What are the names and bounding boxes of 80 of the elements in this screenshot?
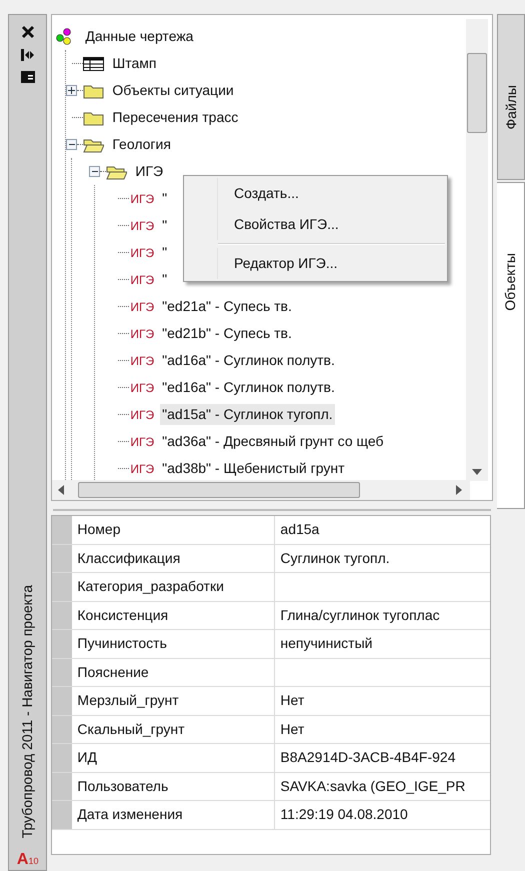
tree-item[interactable]: "ad16a" - Суглинок полутв.	[160, 350, 337, 371]
property-name: ИД	[72, 744, 276, 772]
property-value[interactable]: Нет	[280, 718, 304, 740]
property-value[interactable]: Нет	[280, 690, 304, 712]
row-header[interactable]	[52, 630, 72, 658]
tree-item[interactable]: "	[160, 269, 170, 290]
close-icon[interactable]	[20, 25, 35, 39]
row-header[interactable]	[52, 801, 72, 828]
tree-item[interactable]: Геология	[110, 134, 173, 155]
property-value[interactable]: SAVKA:savka (GEO_IGE_PR	[280, 776, 466, 797]
tree-item[interactable]: "ad38b" - Щебенистый грунт	[160, 458, 346, 479]
tree-item[interactable]: "	[160, 188, 170, 209]
horizontal-scrollbar[interactable]	[52, 480, 470, 500]
tree-item[interactable]: ИГЭ	[133, 161, 166, 182]
scroll-down-arrow-icon[interactable]	[472, 469, 482, 475]
property-name: Пользователь	[72, 772, 276, 800]
tree-item[interactable]: "	[160, 215, 170, 236]
side-tab[interactable]: Объекты	[497, 182, 525, 509]
ige-tag: ИГЭ	[130, 352, 154, 370]
side-tab[interactable]: Файлы	[497, 14, 525, 180]
ige-tag: ИГЭ	[130, 270, 154, 288]
property-name: Дата изменения	[72, 801, 276, 828]
vertical-scrollbar[interactable]	[466, 19, 488, 481]
pin-arrows-icon[interactable]	[20, 49, 35, 61]
property-name: Мерзлый_грунт	[72, 687, 276, 714]
property-name: Пучинистость	[72, 630, 276, 658]
tree-item[interactable]: Данные чертежа	[83, 26, 196, 47]
row-header[interactable]	[52, 516, 72, 544]
tree-item[interactable]: "ed21b" - Супесь тв.	[160, 323, 294, 344]
ige-tag: ИГЭ	[130, 244, 154, 262]
ige-tag: ИГЭ	[130, 216, 154, 234]
property-value[interactable]: Глина/суглинок тугоплас	[280, 604, 440, 626]
property-name: Консистенция	[72, 602, 276, 629]
row-header[interactable]	[52, 687, 72, 714]
menu-item[interactable]: Редактор ИГЭ...	[234, 248, 447, 279]
tree-item[interactable]: "	[160, 242, 170, 263]
ige-tag: ИГЭ	[130, 324, 154, 342]
row-header[interactable]	[52, 716, 72, 743]
property-name: Категория_разработки	[72, 573, 276, 600]
tree-item[interactable]: "ad36a" - Дресвяный грунт со щеб	[160, 431, 386, 452]
property-name: Пояснение	[72, 658, 276, 686]
ige-tag: ИГЭ	[130, 406, 154, 424]
expand-toggle[interactable]	[66, 85, 78, 96]
property-value[interactable]: Суглинок тугопл.	[280, 548, 390, 569]
row-header[interactable]	[52, 573, 72, 600]
ige-tag: ИГЭ	[130, 432, 154, 450]
palette-title: Трубопровод 2011 - Навигатор проекта	[18, 584, 36, 838]
property-value[interactable]: B8A2914D-3ACB-4B4F-924	[280, 747, 456, 768]
row-header[interactable]	[52, 544, 72, 572]
property-value[interactable]: 11:29:19 04.08.2010	[280, 804, 408, 826]
tree-item[interactable]: Объекты ситуации	[110, 80, 236, 101]
table-icon	[83, 55, 104, 72]
property-name: Скальный_грунт	[72, 716, 276, 743]
row-header[interactable]	[52, 744, 72, 772]
menu-item[interactable]: Создать...	[234, 178, 447, 209]
tree-item[interactable]: Штамп	[110, 53, 158, 74]
property-value[interactable]: непучинистый	[280, 633, 372, 654]
scrollbar-thumb[interactable]	[78, 482, 360, 498]
tree-item[interactable]: Пересечения трасс	[110, 107, 240, 128]
ige-tag: ИГЭ	[130, 378, 154, 396]
collapse-toggle[interactable]	[66, 139, 78, 150]
ige-tag: ИГЭ	[130, 298, 154, 316]
scroll-left-arrow-icon[interactable]	[58, 485, 64, 495]
ige-tag: ИГЭ	[130, 190, 154, 208]
collapse-toggle[interactable]	[89, 166, 100, 177]
row-header[interactable]	[52, 772, 72, 800]
app-logo: A10	[16, 852, 38, 868]
property-name: Номер	[72, 516, 276, 544]
ige-tag: ИГЭ	[130, 460, 154, 478]
menu-item[interactable]: Свойства ИГЭ...	[234, 209, 447, 240]
properties-icon[interactable]	[20, 71, 35, 83]
row-header[interactable]	[52, 658, 72, 686]
scrollbar-thumb[interactable]	[467, 53, 488, 133]
scroll-right-arrow-icon[interactable]	[456, 485, 462, 495]
property-name: Классификация	[72, 544, 276, 572]
tree-item[interactable]: "ed21a" - Супесь тв.	[160, 296, 294, 317]
property-value[interactable]: ad15a	[280, 519, 320, 540]
tree-item[interactable]: "ad15a" - Суглинок тугопл.	[160, 404, 335, 425]
row-header[interactable]	[52, 602, 72, 629]
tree-item[interactable]: "ed16a" - Суглинок полутв.	[160, 377, 337, 398]
